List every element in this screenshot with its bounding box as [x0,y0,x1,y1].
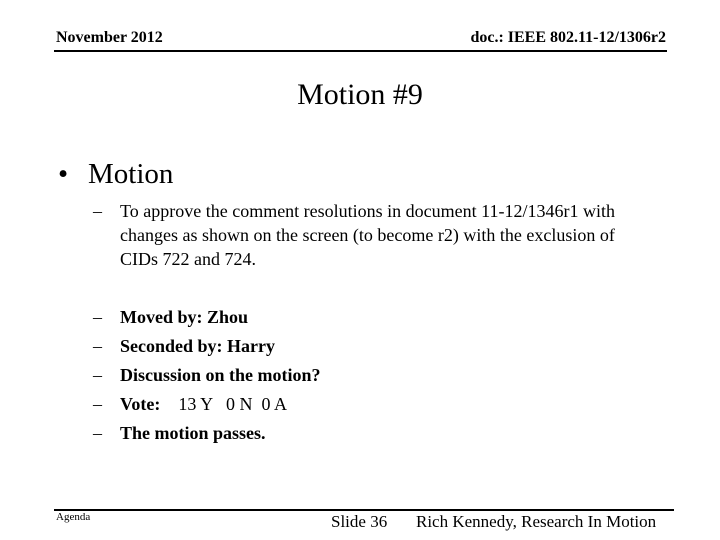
footer-divider [54,509,674,511]
vote-spacer [160,394,178,414]
seconded-by: Seconded by: Harry [120,336,275,356]
slide-number: Slide 36 [331,512,388,531]
dash-icon: – [93,365,102,385]
dash-icon: – [93,394,102,414]
moved-by: Moved by: Zhou [120,307,249,327]
discussion: Discussion on the motion? [120,365,321,385]
vote: Vote: 13 Y 0 N 0 A [120,392,287,416]
dash-icon: – [93,423,102,443]
vote-result: 13 Y 0 N 0 A [178,394,287,414]
bullet-icon: • [58,158,69,190]
header-divider [54,50,667,52]
slide-title: Motion #9 [297,78,423,111]
motion-result: The motion passes. [120,423,266,443]
header-doc-id: doc.: IEEE 802.11-12/1306r2 [470,29,666,46]
dash-icon: – [93,336,102,356]
bullet-motion: • Motion [58,158,173,191]
dash-icon: – [93,307,102,327]
footer-author: Rich Kennedy, Research In Motion [416,512,657,531]
footer-agenda: Agenda [56,511,91,523]
motion-text: – To approve the comment resolutions in … [93,199,653,271]
bullet-label: Motion [88,158,174,190]
motion-description: To approve the comment resolutions in do… [120,201,615,269]
vote-label: Vote: [120,394,161,414]
dash-icon: – [93,201,102,221]
header-date: November 2012 [56,29,163,46]
